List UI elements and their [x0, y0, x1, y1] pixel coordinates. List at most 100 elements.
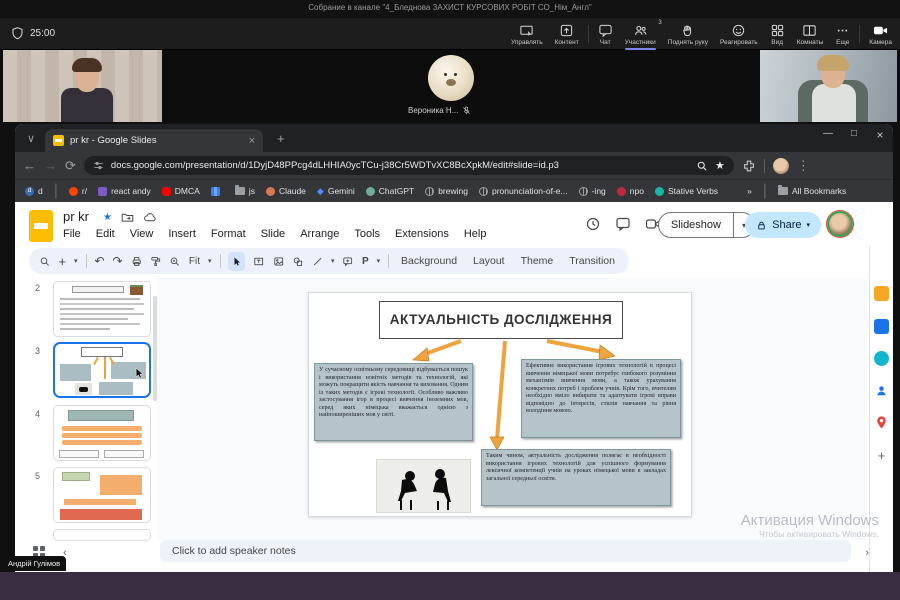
speaker-notes-input[interactable]: Click to add speaker notes: [160, 540, 851, 562]
participant-avatar-dog[interactable]: [428, 55, 474, 101]
bookmark-item[interactable]: Claude: [266, 186, 306, 196]
participant-video-left[interactable]: [3, 50, 162, 122]
bookmarks-overflow[interactable]: »: [747, 186, 752, 196]
rooms-button[interactable]: Комнаты: [791, 18, 830, 50]
select-tool-button[interactable]: [228, 252, 245, 271]
slides-logo[interactable]: [29, 210, 53, 242]
view-button[interactable]: Вид: [764, 18, 791, 50]
insert-line-icon[interactable]: [312, 255, 323, 268]
document-title[interactable]: pr kr: [63, 209, 89, 224]
back-button[interactable]: ←: [23, 158, 36, 173]
theme-button[interactable]: Theme: [517, 255, 558, 267]
move-folder-icon[interactable]: [121, 211, 134, 224]
zoom-icon[interactable]: [169, 255, 180, 268]
menu-tools[interactable]: Tools: [354, 228, 380, 240]
browser-tab[interactable]: pr kr - Google Slides ×: [45, 129, 263, 152]
bookmark-item[interactable]: -ing: [579, 186, 606, 196]
bookmark-item[interactable]: [211, 187, 224, 196]
tasks-icon[interactable]: [874, 351, 889, 366]
layout-button[interactable]: Layout: [469, 255, 509, 267]
bookmark-folder[interactable]: js: [235, 186, 255, 196]
browser-menu-button[interactable]: ⋮: [797, 158, 810, 174]
insert-comment-icon[interactable]: [342, 255, 353, 268]
panel-add-icon[interactable]: +: [874, 449, 889, 464]
search-tools-icon[interactable]: [39, 255, 50, 268]
version-history-icon[interactable]: [585, 216, 601, 232]
profile-avatar[interactable]: [773, 158, 789, 174]
zoom-add-button[interactable]: +: [58, 254, 66, 269]
bookmark-item[interactable]: npo: [617, 186, 644, 196]
camera-toggle-button[interactable]: Камера: [863, 18, 898, 50]
current-slide[interactable]: АКТУАЛЬНІСТЬ ДОСЛІДЖЕННЯ У сучасному осв…: [308, 292, 692, 517]
slide-thumbnail-3-selected[interactable]: [53, 342, 151, 398]
share-dropdown-caret[interactable]: ▾: [806, 221, 810, 229]
transition-button[interactable]: Transition: [565, 255, 619, 267]
menu-view[interactable]: View: [130, 228, 154, 240]
minimize-button[interactable]: —: [821, 128, 835, 139]
slide-text-box-right[interactable]: Ефективне використання ігрових технологі…: [521, 359, 681, 438]
print-icon[interactable]: [131, 255, 142, 268]
menu-file[interactable]: File: [63, 228, 81, 240]
raise-hand-button[interactable]: Поднять руку: [662, 18, 714, 50]
bookmark-item[interactable]: DMCA: [162, 186, 200, 196]
insert-image-icon[interactable]: [273, 255, 284, 268]
maps-icon[interactable]: [874, 415, 889, 430]
menu-format[interactable]: Format: [211, 228, 246, 240]
paint-format-icon[interactable]: [150, 255, 161, 268]
star-icon[interactable]: ★: [103, 212, 112, 223]
manage-button[interactable]: Управлять: [505, 18, 549, 50]
bookmark-item[interactable]: ◆Gemini: [317, 186, 355, 197]
all-bookmarks-button[interactable]: All Bookmarks: [778, 186, 846, 196]
react-button[interactable]: Реагировать: [714, 18, 764, 50]
undo-button[interactable]: ↶: [94, 254, 104, 268]
bookmark-item[interactable]: dd: [25, 186, 43, 196]
reload-button[interactable]: ⟳: [65, 158, 76, 174]
bookmark-item[interactable]: brewing: [425, 186, 468, 196]
participants-button[interactable]: 3 Участники: [619, 18, 662, 50]
menu-slide[interactable]: Slide: [261, 228, 285, 240]
zoom-level[interactable]: Fit: [189, 256, 200, 267]
chat-button[interactable]: Чат: [592, 18, 619, 50]
bookmark-item[interactable]: ChatGPT: [366, 186, 414, 196]
search-icon[interactable]: [696, 160, 708, 172]
menu-extensions[interactable]: Extensions: [395, 228, 449, 240]
slide-thumbnail-4[interactable]: [53, 405, 151, 461]
close-button[interactable]: ×: [873, 128, 887, 142]
new-tab-button[interactable]: +: [277, 131, 285, 146]
menu-edit[interactable]: Edit: [96, 228, 115, 240]
slide-text-box-bottom[interactable]: Таким чином, актуальність дослідження по…: [481, 449, 671, 506]
text-box-tool-icon[interactable]: [253, 255, 264, 268]
interview-photo[interactable]: [376, 459, 471, 513]
redo-button[interactable]: ↷: [113, 254, 123, 268]
bookmark-item[interactable]: r/: [69, 186, 87, 196]
comments-icon[interactable]: [615, 216, 631, 232]
cloud-status-icon[interactable]: [143, 211, 156, 224]
bookmark-item[interactable]: react andy: [98, 186, 151, 196]
slide-thumbnail-5[interactable]: [53, 467, 151, 523]
bookmark-item[interactable]: Stative Verbs: [655, 186, 718, 196]
url-bar[interactable]: docs.google.com/presentation/d/1DyjD48PP…: [84, 156, 734, 175]
bookmark-item[interactable]: pronunciation-of-e...: [479, 186, 568, 196]
account-avatar[interactable]: [827, 211, 853, 237]
participant-video-right[interactable]: [760, 50, 897, 122]
slideshow-button[interactable]: Slideshow ▾: [658, 212, 755, 238]
contacts-icon[interactable]: [874, 383, 889, 398]
share-button[interactable]: Share ▾: [745, 212, 821, 238]
forward-button[interactable]: →: [44, 158, 57, 173]
background-button[interactable]: Background: [397, 255, 461, 267]
expand-panel-button[interactable]: ›: [865, 547, 869, 559]
maximize-button[interactable]: □: [847, 128, 861, 139]
menu-arrange[interactable]: Arrange: [300, 228, 339, 240]
menu-help[interactable]: Help: [464, 228, 487, 240]
calendar-icon[interactable]: [874, 319, 889, 334]
insert-shape-icon[interactable]: [292, 255, 303, 268]
tab-search-chevron[interactable]: ∨: [27, 132, 35, 145]
slide-thumbnail-6-partial[interactable]: [53, 529, 151, 541]
keep-icon[interactable]: [874, 286, 889, 301]
slide-thumbnail-2[interactable]: [53, 281, 151, 337]
more-button[interactable]: Еще: [829, 18, 856, 50]
content-button[interactable]: Контент: [549, 18, 585, 50]
slide-text-box-left[interactable]: У сучасному освітньому середовищі відбув…: [314, 363, 473, 441]
extensions-icon[interactable]: [742, 159, 756, 173]
bookmark-star-icon[interactable]: ★: [715, 159, 725, 172]
